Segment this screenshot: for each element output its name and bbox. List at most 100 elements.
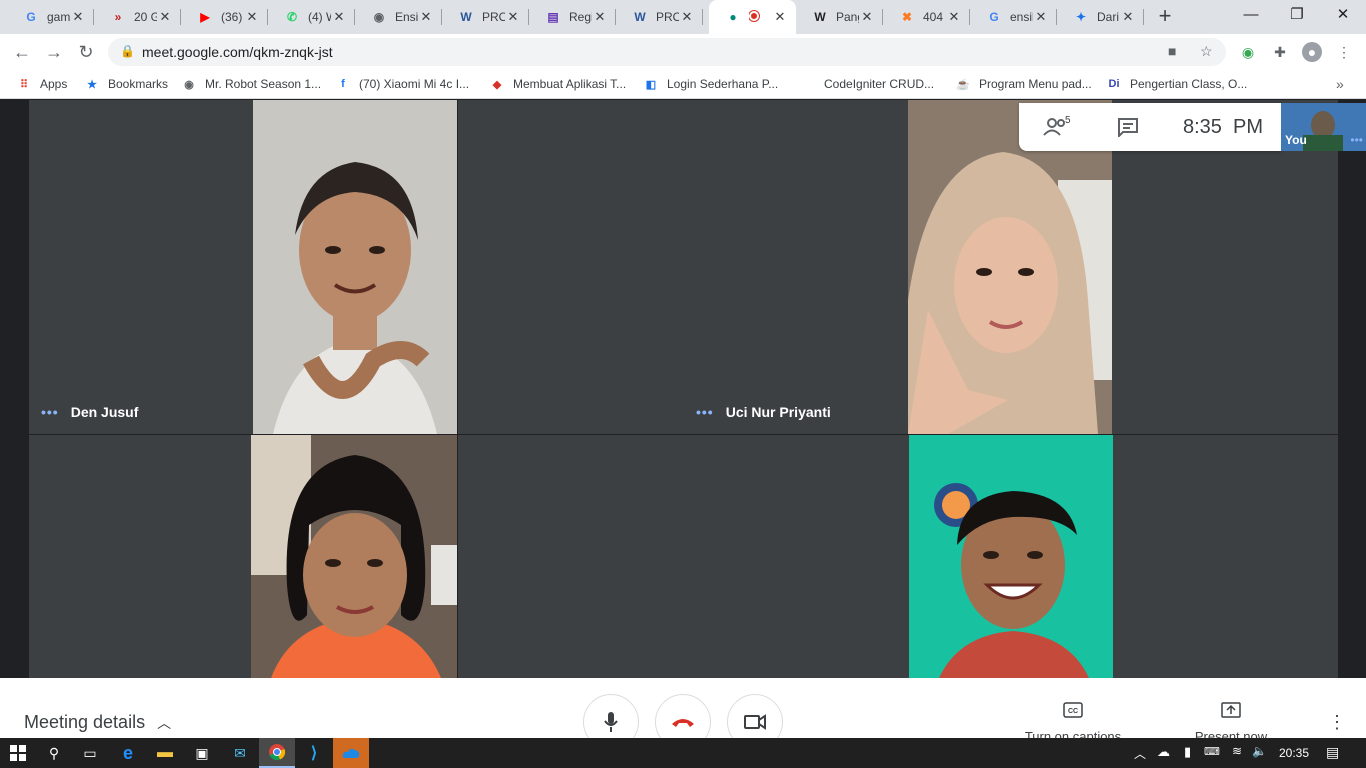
tab-title: 404	[923, 10, 944, 24]
tab-close-icon[interactable]: ✕	[157, 9, 173, 25]
star-icon[interactable]: ☆	[1200, 43, 1213, 60]
globe-icon: ◉	[373, 10, 385, 24]
tab-close-icon[interactable]: ✕	[505, 9, 521, 25]
notifications-icon[interactable]: ▤	[1326, 744, 1339, 761]
address-bar[interactable]: 🔒 meet.google.com/qkm-znqk-jst ■ ☆	[108, 38, 1226, 66]
tab-close-icon[interactable]: ✕	[859, 9, 875, 25]
more-options-icon[interactable]: •••	[696, 404, 714, 420]
back-button[interactable]: ←	[10, 40, 34, 64]
tab-close-icon[interactable]: ✕	[592, 9, 608, 25]
meeting-details-button[interactable]: Meeting details ︿	[24, 712, 171, 733]
browser-tab[interactable]: Gensil ✕	[970, 0, 1057, 34]
extensions-puzzle-icon[interactable]: ✚	[1270, 42, 1290, 62]
more-options-icon[interactable]: •••	[41, 404, 59, 420]
forms-icon: ▤	[547, 10, 559, 24]
tab-close-icon[interactable]: ✕	[1120, 9, 1136, 25]
forward-button[interactable]: →	[42, 40, 66, 64]
participants-button[interactable]: 5	[1043, 115, 1071, 137]
tab-close-icon[interactable]: ✕	[679, 9, 695, 25]
self-label: You	[1285, 133, 1307, 147]
camera-icon[interactable]: ■	[1168, 43, 1176, 59]
self-more-icon[interactable]: •••	[1350, 133, 1363, 147]
more-bookmarks-icon[interactable]: »	[1336, 76, 1344, 92]
tab-close-icon[interactable]: ✕	[1033, 9, 1049, 25]
task-view-icon[interactable]: ▭	[72, 738, 108, 768]
bookmark-item[interactable]: ⠿ Apps	[16, 76, 67, 92]
browser-tab[interactable]: ◉ Ensi ✕	[355, 0, 442, 34]
extension-globe-icon[interactable]: ◉	[1238, 42, 1258, 62]
tray-expand-icon[interactable]: ︿	[1134, 745, 1146, 762]
bookmark-item[interactable]: ◆ Membuat Aplikasi T...	[489, 76, 626, 92]
video-camera-icon	[744, 714, 766, 730]
search-icon[interactable]: ⚲	[36, 738, 72, 768]
bookmark-label: (70) Xiaomi Mi 4c I...	[359, 77, 470, 91]
windows-start-button[interactable]	[0, 738, 36, 768]
restore-button[interactable]: ❐	[1274, 0, 1320, 30]
self-view-tile[interactable]: You •••	[1281, 103, 1366, 151]
bookmark-item[interactable]: ☕ Program Menu pad...	[955, 76, 1092, 92]
wifi-icon[interactable]: ≋	[1232, 744, 1242, 758]
tab-title: Dari	[1097, 10, 1120, 24]
browser-tab[interactable]: ● ✕	[709, 0, 796, 34]
browser-tab[interactable]: ▶ (36) ✕	[181, 0, 268, 34]
browser-tab[interactable]: W PRO ✕	[616, 0, 703, 34]
tab-close-icon[interactable]: ✕	[772, 9, 788, 25]
edge-icon[interactable]: e	[110, 738, 146, 768]
tab-close-icon[interactable]: ✕	[244, 9, 260, 25]
browser-tab[interactable]: » 20 G ✕	[94, 0, 181, 34]
bookmark-favicon-icon: ◆	[492, 78, 502, 91]
volume-icon[interactable]: 🔈	[1252, 744, 1267, 758]
word-icon: W	[634, 10, 646, 24]
youtube-icon: ▶	[200, 10, 210, 24]
bookmark-item[interactable]: ◧ Login Sederhana P...	[643, 76, 778, 92]
file-explorer-icon[interactable]: ▬	[147, 738, 183, 768]
mail-icon[interactable]: ✉	[222, 738, 258, 768]
bookmark-item[interactable]: CodeIgniter CRUD...	[800, 76, 934, 92]
input-method-icon[interactable]: ⌨	[1204, 745, 1220, 758]
tab-close-icon[interactable]: ✕	[418, 9, 434, 25]
google-icon: G	[989, 10, 999, 24]
tab-close-icon[interactable]: ✕	[946, 9, 962, 25]
word-icon: W	[460, 10, 472, 24]
participant-name-tag: ••• Uci Nur Priyanti	[696, 404, 831, 420]
participant-tile	[458, 435, 908, 678]
microphone-icon	[604, 712, 618, 732]
browser-tab[interactable]: ✆ (4) W✕	[268, 0, 355, 34]
participant-video	[251, 435, 457, 678]
close-window-button[interactable]: ✕	[1320, 0, 1366, 30]
menu-icon[interactable]: ⋮	[1334, 42, 1354, 62]
bookmark-item[interactable]: ◉ Mr. Robot Season 1...	[181, 76, 321, 92]
reload-button[interactable]: ↻	[74, 40, 98, 64]
browser-tab[interactable]: W Pang✕	[796, 0, 883, 34]
browser-tab[interactable]: Ggam ✕	[7, 0, 94, 34]
browser-tab[interactable]: ✦ Dari ✕	[1057, 0, 1144, 34]
more-options-icon[interactable]: ⋮	[1328, 712, 1346, 733]
tab-title	[749, 10, 772, 24]
bookmark-item[interactable]: f (70) Xiaomi Mi 4c I...	[335, 76, 469, 92]
bookmark-item[interactable]: Di Pengertian Class, O...	[1106, 76, 1248, 92]
browser-tab[interactable]: ▤ Regi ✕	[529, 0, 616, 34]
svg-text:CC: CC	[1068, 708, 1078, 715]
chat-button[interactable]	[1117, 117, 1139, 142]
bookmark-item[interactable]: ★ Bookmarks	[84, 76, 168, 92]
browser-tab[interactable]: ✖ 404 ✕	[883, 0, 970, 34]
profile-avatar[interactable]: ●	[1302, 42, 1322, 62]
vscode-icon[interactable]: ⟩	[296, 738, 332, 768]
store-icon[interactable]: ▣	[184, 738, 220, 768]
microphone-tray-icon[interactable]: ▮	[1184, 744, 1191, 760]
chat-icon	[1118, 118, 1138, 139]
browser-tab[interactable]: W PRO ✕	[442, 0, 529, 34]
xampp-taskbar-icon[interactable]	[333, 738, 369, 768]
new-tab-button[interactable]: +	[1152, 4, 1178, 30]
taskbar-clock[interactable]: 20:35	[1279, 746, 1309, 760]
bookmark-label: Membuat Aplikasi T...	[513, 77, 627, 91]
bookmark-label: Pengertian Class, O...	[1130, 77, 1248, 91]
tab-close-icon[interactable]: ✕	[70, 9, 86, 25]
participant-tile	[29, 435, 457, 678]
cloud-app-icon	[342, 748, 360, 758]
minimize-button[interactable]: —	[1228, 0, 1274, 30]
onedrive-icon[interactable]: ☁	[1157, 744, 1170, 760]
tab-title: (4) W	[308, 10, 331, 24]
tab-close-icon[interactable]: ✕	[331, 9, 347, 25]
chrome-taskbar-icon[interactable]	[259, 738, 295, 768]
